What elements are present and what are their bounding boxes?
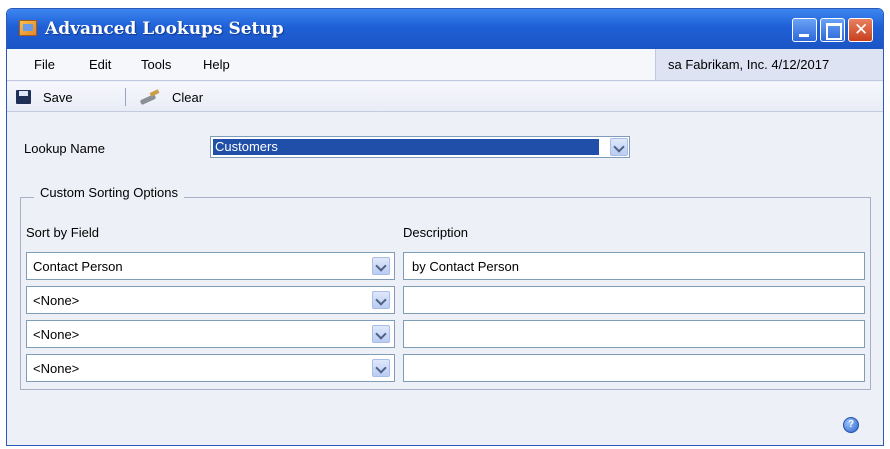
- save-button[interactable]: Save: [16, 87, 73, 107]
- sort-field-dropdown-2[interactable]: <None>: [26, 286, 395, 314]
- sort-field-value: <None>: [33, 361, 80, 376]
- chevron-down-icon[interactable]: [372, 325, 390, 343]
- menu-bar: File Edit Tools Help sa Fabrikam, Inc. 4…: [7, 49, 883, 81]
- toolbar: Save Clear: [7, 82, 883, 112]
- clear-label: Clear: [172, 89, 204, 105]
- chevron-down-icon[interactable]: [372, 291, 390, 309]
- minimize-icon[interactable]: [792, 18, 817, 42]
- sort-field-dropdown-1[interactable]: Contact Person: [26, 252, 395, 280]
- lookup-name-dropdown[interactable]: Customers: [210, 136, 630, 158]
- sort-field-dropdown-4[interactable]: <None>: [26, 354, 395, 382]
- chevron-down-icon[interactable]: [372, 257, 390, 275]
- status-user: sa: [668, 57, 682, 72]
- description-value: by Contact Person: [412, 259, 519, 274]
- chevron-down-icon[interactable]: [372, 359, 390, 377]
- toolbar-separator: [125, 88, 126, 106]
- menu-edit[interactable]: Edit: [89, 57, 111, 72]
- disk-icon: [16, 90, 31, 104]
- status-company: Fabrikam, Inc.: [685, 57, 768, 72]
- description-input-1[interactable]: by Contact Person: [403, 252, 865, 280]
- description-input-4[interactable]: [403, 354, 865, 382]
- sort-field-dropdown-3[interactable]: <None>: [26, 320, 395, 348]
- description-header: Description: [403, 225, 469, 240]
- title-bar: Advanced Lookups Setup ✕: [7, 9, 883, 49]
- lookup-name-label: Lookup Name: [24, 141, 105, 156]
- app-icon: [19, 20, 37, 36]
- menu-tools[interactable]: Tools: [141, 57, 171, 72]
- sort-by-field-header: Sort by Field: [26, 225, 99, 240]
- sort-field-value: Contact Person: [33, 259, 123, 274]
- description-input-2[interactable]: [403, 286, 865, 314]
- description-input-3[interactable]: [403, 320, 865, 348]
- eraser-icon: [138, 90, 160, 104]
- maximize-icon[interactable]: [820, 18, 845, 42]
- menu-file[interactable]: File: [34, 57, 55, 72]
- status-date: 4/12/2017: [771, 57, 830, 72]
- save-label: Save: [43, 89, 73, 105]
- sort-field-value: <None>: [33, 327, 80, 342]
- sort-field-value: <None>: [33, 293, 80, 308]
- menu-help[interactable]: Help: [203, 57, 230, 72]
- clear-button[interactable]: Clear: [138, 87, 203, 107]
- help-icon[interactable]: [843, 417, 859, 433]
- user-company-status: sa Fabrikam, Inc. 4/12/2017: [655, 49, 883, 80]
- lookup-name-value: Customers: [213, 139, 599, 155]
- chevron-down-icon[interactable]: [610, 138, 628, 156]
- close-icon[interactable]: ✕: [848, 18, 873, 42]
- custom-sorting-legend: Custom Sorting Options: [34, 185, 185, 200]
- window-title: Advanced Lookups Setup: [45, 19, 284, 39]
